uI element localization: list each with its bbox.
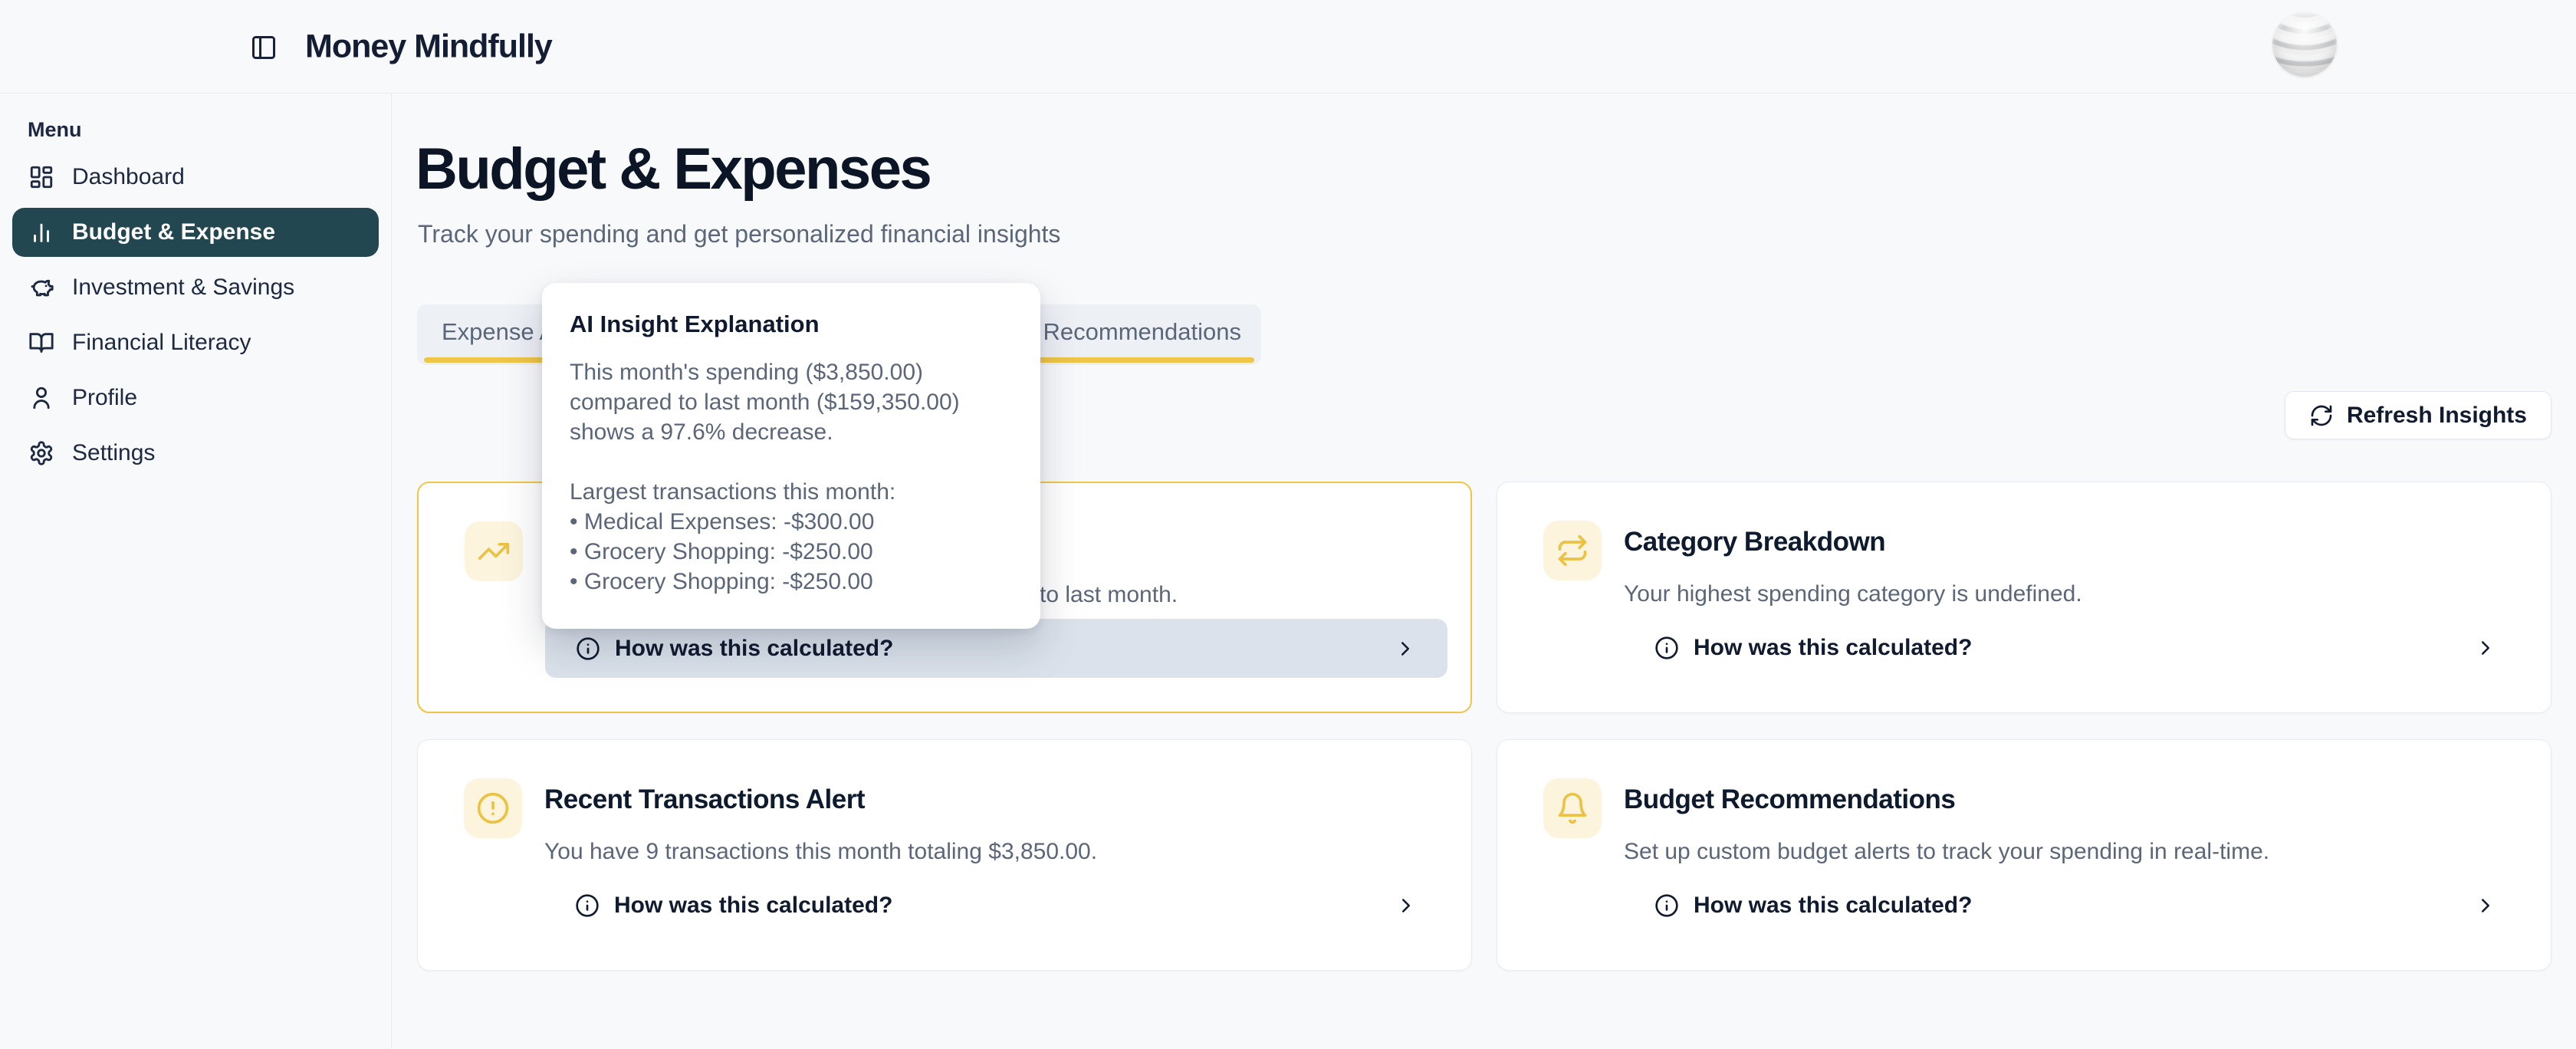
sidebar-item-dashboard[interactable]: Dashboard xyxy=(12,153,379,202)
sidebar-section-label: Menu xyxy=(28,118,391,142)
how-calculated-label: How was this calculated? xyxy=(615,636,893,662)
info-icon xyxy=(576,636,600,661)
sidebar-item-label: Settings xyxy=(72,440,155,466)
trending-up-icon xyxy=(465,521,523,581)
tooltip-transactions-heading: Largest transactions this month: xyxy=(570,477,1013,507)
sidebar-item-settings[interactable]: Settings xyxy=(12,429,379,478)
alert-circle-icon xyxy=(464,778,522,838)
sidebar-item-label: Financial Literacy xyxy=(72,330,251,356)
refresh-insights-label: Refresh Insights xyxy=(2347,403,2527,429)
how-calculated-label: How was this calculated? xyxy=(614,893,892,919)
page-subtitle: Track your spending and get personalized… xyxy=(418,220,1060,248)
card-budget-recommendations: Budget Recommendations Set up custom bud… xyxy=(1497,739,2551,971)
tooltip-transaction-item: • Medical Expenses: -$300.00 xyxy=(570,507,1013,537)
sidebar-item-label: Dashboard xyxy=(72,164,185,190)
ai-insight-tooltip: AI Insight Explanation This month's spen… xyxy=(542,283,1040,629)
refresh-insights-button[interactable]: Refresh Insights xyxy=(2285,391,2551,439)
how-calculated-button[interactable]: How was this calculated? xyxy=(1624,618,2528,677)
chevron-right-icon xyxy=(2474,636,2497,659)
card-title: Budget Recommendations xyxy=(1624,784,1955,815)
card-description: You have 9 transactions this month total… xyxy=(544,837,1425,867)
card-category-breakdown: Category Breakdown Your highest spending… xyxy=(1497,482,2551,713)
how-calculated-label: How was this calculated? xyxy=(1694,635,1972,661)
card-title: Category Breakdown xyxy=(1624,527,1885,557)
sidebar-item-label: Budget & Expense xyxy=(72,219,275,245)
piggy-bank-icon xyxy=(28,275,54,301)
page-title: Budget & Expenses xyxy=(416,138,930,201)
sidebar-item-budget-expense[interactable]: Budget & Expense xyxy=(12,208,379,257)
info-icon xyxy=(1654,893,1679,918)
refresh-icon xyxy=(2309,403,2334,428)
sidebar-item-label: Investment & Savings xyxy=(72,275,294,301)
sidebar-toggle-button[interactable] xyxy=(248,32,279,63)
tooltip-transaction-item: • Grocery Shopping: -$250.00 xyxy=(570,567,1013,597)
avatar[interactable] xyxy=(2272,12,2337,77)
app-title: Money Mindfully xyxy=(305,28,552,66)
dashboard-icon xyxy=(28,164,54,190)
card-title: Recent Transactions Alert xyxy=(544,784,865,815)
how-calculated-button[interactable]: How was this calculated? xyxy=(544,876,1448,935)
card-description: Your highest spending category is undefi… xyxy=(1624,579,2505,610)
panel-left-icon xyxy=(250,34,278,61)
tooltip-title: AI Insight Explanation xyxy=(570,311,1013,338)
user-icon xyxy=(28,385,54,411)
tooltip-paragraph: This month's spending ($3,850.00) compar… xyxy=(570,357,1013,447)
book-open-icon xyxy=(28,330,54,356)
info-icon xyxy=(1654,636,1679,660)
gear-icon xyxy=(28,440,54,466)
tooltip-transaction-item: • Grocery Shopping: -$250.00 xyxy=(570,537,1013,567)
sidebar-item-financial-literacy[interactable]: Financial Literacy xyxy=(12,318,379,367)
bell-icon xyxy=(1543,778,1602,838)
chevron-right-icon xyxy=(1395,894,1418,917)
how-calculated-label: How was this calculated? xyxy=(1694,893,1972,919)
info-icon xyxy=(575,893,600,918)
sidebar-item-investment-savings[interactable]: Investment & Savings xyxy=(12,263,379,312)
how-calculated-button[interactable]: How was this calculated? xyxy=(1624,876,2528,935)
bar-chart-icon xyxy=(28,219,54,245)
sidebar: Menu Dashboard Budget & Expense Investme… xyxy=(0,94,392,1049)
sidebar-item-profile[interactable]: Profile xyxy=(12,373,379,423)
repeat-icon xyxy=(1543,521,1602,580)
chevron-right-icon xyxy=(2474,894,2497,917)
card-description: Set up custom budget alerts to track you… xyxy=(1624,837,2505,867)
card-visible-text: to last month. xyxy=(1040,580,1178,610)
sidebar-item-label: Profile xyxy=(72,385,137,411)
app-header: Money Mindfully xyxy=(0,0,2576,94)
card-recent-transactions: Recent Transactions Alert You have 9 tra… xyxy=(417,739,1472,971)
chevron-right-icon xyxy=(1394,637,1417,660)
